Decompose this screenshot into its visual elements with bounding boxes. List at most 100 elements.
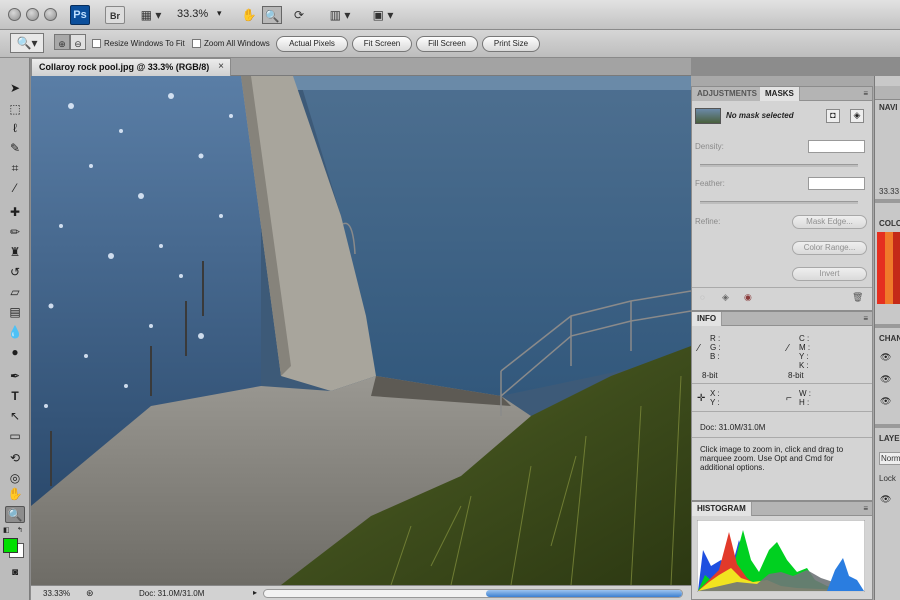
- info-c: C :: [799, 334, 810, 343]
- 3d-rotate-tool-icon[interactable]: ⟲: [5, 450, 25, 467]
- bridge-button[interactable]: Br: [105, 6, 125, 24]
- tab-histogram[interactable]: HISTOGRAM: [692, 502, 752, 516]
- healing-brush-tool-icon[interactable]: ✚: [5, 204, 25, 221]
- feather-field[interactable]: [808, 177, 865, 190]
- vector-mask-icon[interactable]: ◈: [850, 109, 864, 123]
- zoom-in-icon[interactable]: ⊕: [54, 34, 70, 50]
- zoom-all-windows-checkbox[interactable]: Zoom All Windows: [192, 39, 270, 48]
- hand-tool-icon[interactable]: ✋: [240, 6, 258, 24]
- navigator-zoom[interactable]: 33.33: [879, 187, 899, 196]
- fill-screen-button[interactable]: Fill Screen: [416, 36, 478, 52]
- histogram-panel: HISTOGRAM ≡ ⚠: [691, 501, 873, 600]
- pixel-mask-icon[interactable]: ◘: [826, 109, 840, 123]
- type-tool-icon[interactable]: T: [5, 388, 25, 405]
- density-label: Density:: [695, 142, 724, 151]
- minimize-window-button[interactable]: [26, 8, 39, 21]
- pen-tool-icon[interactable]: ✒: [5, 368, 25, 385]
- layers-tab[interactable]: LAYE: [879, 434, 900, 443]
- scrollbar-thumb[interactable]: [486, 590, 682, 597]
- histogram-menu-icon[interactable]: ≡: [863, 504, 868, 513]
- info-bit-depth-right: 8-bit: [788, 371, 804, 380]
- marquee-tool-icon[interactable]: ⬚: [5, 101, 25, 118]
- resize-windows-checkbox[interactable]: Resize Windows To Fit: [92, 39, 185, 48]
- status-menu-arrow-icon[interactable]: ▸: [253, 588, 257, 597]
- info-y-coord: Y :: [710, 398, 720, 407]
- channel-visibility-icon[interactable]: 👁: [880, 396, 891, 407]
- color-swatches[interactable]: [877, 232, 900, 304]
- quick-selection-tool-icon[interactable]: ✎: [5, 140, 25, 157]
- eraser-tool-icon[interactable]: ▱: [5, 284, 25, 301]
- view-extras-icon[interactable]: ▦ ▾: [136, 6, 166, 24]
- arrange-documents-icon[interactable]: ▥ ▾: [325, 6, 355, 24]
- mask-edge-button[interactable]: Mask Edge...: [792, 215, 867, 229]
- dodge-tool-icon[interactable]: ●: [5, 344, 25, 361]
- delete-mask-icon[interactable]: 🗑: [852, 292, 863, 303]
- tool-preset-picker[interactable]: 🔍▾: [10, 33, 44, 53]
- blend-mode-dropdown[interactable]: Norm: [879, 452, 900, 465]
- panel-menu-icon[interactable]: ≡: [863, 89, 868, 98]
- zoom-tool-active-icon[interactable]: 🔍: [5, 506, 25, 523]
- image-canvas[interactable]: [31, 76, 691, 585]
- hand-tool-icon[interactable]: ✋: [5, 486, 25, 503]
- zoom-level-dropdown[interactable]: 33.3%: [177, 8, 208, 20]
- rotate-view-icon[interactable]: ⟳: [290, 6, 308, 24]
- status-info-icon[interactable]: ⊛: [86, 588, 94, 599]
- info-panel-menu-icon[interactable]: ≡: [863, 314, 868, 323]
- gradient-tool-icon[interactable]: ▤: [5, 304, 25, 321]
- path-selection-tool-icon[interactable]: ↖: [5, 408, 25, 425]
- load-selection-icon[interactable]: ◌: [700, 293, 705, 302]
- move-tool-icon[interactable]: ➤: [5, 80, 25, 97]
- zoom-dropdown-arrow-icon[interactable]: ▾: [217, 8, 222, 19]
- invert-button[interactable]: Invert: [792, 267, 867, 281]
- document-title: Collaroy rock pool.jpg @ 33.3% (RGB/8): [39, 62, 210, 72]
- close-document-icon[interactable]: ×: [218, 61, 224, 72]
- eyedropper-rgb-icon[interactable]: ⁄: [698, 343, 700, 354]
- document-tab[interactable]: Collaroy rock pool.jpg @ 33.3% (RGB/8) ×: [31, 58, 231, 76]
- disable-mask-icon[interactable]: ◉: [744, 292, 752, 303]
- clone-stamp-tool-icon[interactable]: ♜: [5, 244, 25, 261]
- fit-screen-button[interactable]: Fit Screen: [352, 36, 412, 52]
- layer-visibility-icon[interactable]: 👁: [880, 494, 891, 505]
- density-field[interactable]: [808, 140, 865, 153]
- feather-slider[interactable]: [700, 201, 858, 204]
- zoom-window-button[interactable]: [44, 8, 57, 21]
- actual-pixels-button[interactable]: Actual Pixels: [276, 36, 348, 52]
- eyedropper-tool-icon[interactable]: ⁄: [5, 180, 25, 197]
- print-size-button[interactable]: Print Size: [482, 36, 540, 52]
- status-zoom[interactable]: 33.33%: [43, 589, 70, 598]
- eyedropper-cmyk-icon[interactable]: ⁄: [787, 343, 789, 354]
- channel-visibility-icon[interactable]: 👁: [880, 352, 891, 363]
- tab-masks[interactable]: MASKS: [760, 87, 800, 101]
- masks-panel: ADJUSTMENTS MASKS ≡ No mask selected ◘ ◈…: [691, 86, 873, 311]
- color-range-button[interactable]: Color Range...: [792, 241, 867, 255]
- divider: [875, 424, 900, 428]
- default-colors-icon[interactable]: ◧: [3, 526, 10, 534]
- horizontal-scrollbar[interactable]: [263, 589, 683, 598]
- tab-adjustments[interactable]: ADJUSTMENTS: [692, 87, 764, 101]
- tab-info[interactable]: INFO: [692, 312, 723, 326]
- brush-tool-icon[interactable]: ✏: [5, 224, 25, 241]
- zoom-tool-icon[interactable]: 🔍: [262, 6, 282, 24]
- channels-tab[interactable]: CHAN: [879, 334, 900, 343]
- lasso-tool-icon[interactable]: ℓ: [5, 120, 25, 137]
- apply-mask-icon[interactable]: ◈: [722, 292, 729, 303]
- swap-colors-icon[interactable]: ↰: [17, 526, 23, 534]
- screen-mode-icon[interactable]: ▣ ▾: [368, 6, 398, 24]
- navigator-tab[interactable]: NAVI: [879, 103, 898, 112]
- 3d-orbit-tool-icon[interactable]: ◎: [5, 470, 25, 487]
- shape-tool-icon[interactable]: ▭: [5, 428, 25, 445]
- info-y: Y :: [799, 352, 809, 361]
- mask-thumbnail: [695, 108, 721, 124]
- channel-visibility-icon[interactable]: 👁: [880, 374, 891, 385]
- foreground-color-swatch[interactable]: [3, 538, 18, 553]
- history-brush-tool-icon[interactable]: ↺: [5, 264, 25, 281]
- density-slider[interactable]: [700, 164, 858, 167]
- blur-tool-icon[interactable]: 💧: [5, 324, 25, 341]
- close-window-button[interactable]: [8, 8, 21, 21]
- zoom-out-icon[interactable]: ⊖: [70, 34, 86, 50]
- tools-panel: ➤ ⬚ ℓ ✎ ⌗ ⁄ ✚ ✏ ♜ ↺ ▱ ▤ 💧 ● ✒ T ↖ ▭ ⟲ ◎ …: [0, 58, 30, 600]
- application-bar: Ps Br ▦ ▾ 33.3% ▾ ✋ 🔍 ⟳ ▥ ▾ ▣ ▾: [0, 0, 900, 30]
- quick-mask-icon[interactable]: ◙: [5, 564, 25, 581]
- color-tab[interactable]: COLO: [879, 219, 900, 228]
- crop-tool-icon[interactable]: ⌗: [5, 160, 25, 177]
